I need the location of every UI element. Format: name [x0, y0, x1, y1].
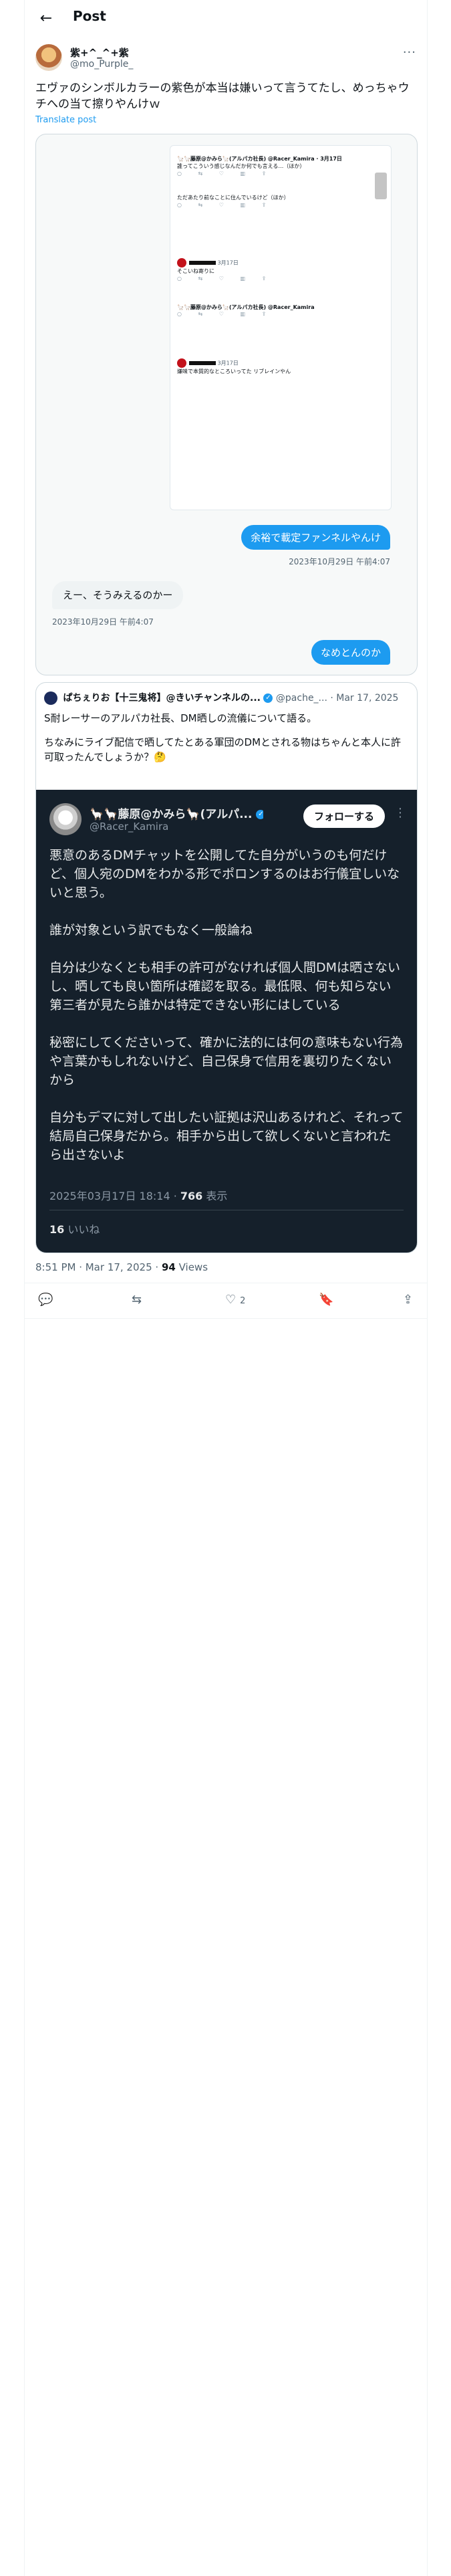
verified-icon: ✓	[263, 693, 273, 703]
embedded-likes-label: いいね	[64, 1223, 100, 1236]
author-name[interactable]: 紫+^_^+紫	[70, 45, 129, 60]
page-title: Post	[73, 8, 106, 24]
mini-tweet-date: 3月17日	[217, 360, 239, 366]
mini-tweet: 🦙🦙藤原@かみら🦙(アルパカ社長) @Racer_Kamira · 3月17日 …	[177, 155, 378, 177]
mini-tweet-name: 🦙🦙藤原@かみら🦙(アルパカ社長) @Racer_Kamira · 3月17日	[177, 156, 342, 162]
embedded-views: 766	[180, 1190, 203, 1202]
embedded-tweet-text: 悪意のあるDMチャットを公開してた自分がいうのも何だけど、個人宛のDMをわかる形…	[49, 848, 404, 1162]
heart-icon: ♡	[225, 1293, 237, 1307]
retweet-icon[interactable]: ⇆	[132, 1293, 142, 1307]
like-button[interactable]: ♡ 2	[225, 1293, 245, 1307]
post-views-count: 94	[161, 1261, 176, 1273]
more-icon[interactable]: ···	[403, 45, 416, 60]
like-count: 2	[240, 1296, 246, 1306]
mini-tweet: 🦙🦙藤原@かみら🦙(アルパカ社長) @Racer_Kamira ○ ⇆ ♡ ▥ …	[177, 304, 378, 317]
dm-message-sent: なめとんのか	[311, 640, 390, 665]
mini-tweet: 3月17日 嫌味で本質的なところいってた リブレインやん	[177, 358, 378, 376]
mini-tweet-actions: ○ ⇆ ♡ ▥ ⇪	[177, 311, 267, 317]
attached-image[interactable]: 🦙🦙藤原@かみら🦙(アルパカ社長) @Racer_Kamira · 3月17日 …	[35, 134, 418, 675]
embedded-likes: 16 いいね	[49, 1220, 100, 1237]
redaction-bar	[189, 361, 216, 365]
avatar	[177, 358, 186, 368]
mini-tweet-text: そこいね寄りに	[177, 268, 214, 274]
follow-button: フォローする	[303, 804, 386, 828]
mini-tweet-actions: ○ ⇆ ♡ ▥ ⇪	[177, 202, 267, 208]
quoted-tweet-header: ぱちぇりお【十三鬼将】@きいチャンネルの... ✓ @pache_... · M…	[44, 691, 409, 705]
author-handle[interactable]: @mo_Purple_	[70, 59, 133, 70]
verified-icon: ✓	[256, 810, 263, 819]
dm-timestamp: 2023年10月29日 午前4:07	[289, 557, 390, 566]
mini-tweet-name: 🦙🦙藤原@かみら🦙(アルパカ社長) @Racer_Kamira	[177, 304, 315, 310]
avatar	[49, 803, 82, 835]
avatar	[177, 258, 186, 267]
post-views-label: Views	[178, 1261, 208, 1273]
mini-tweet-text: 嫌味で本質的なところいってた リブレインやん	[177, 368, 291, 374]
mini-tweet: ただあたり前なことに住んでいるけど（ほか） ○ ⇆ ♡ ▥ ⇪	[177, 194, 378, 208]
post-timestamp[interactable]: 8:51 PM · Mar 17, 2025 ·	[35, 1261, 158, 1273]
dm-timestamp: 2023年10月29日 午前4:07	[52, 617, 154, 627]
mini-tweet: 3月17日 そこいね寄りに ○ ⇆ ♡ ▥ ⇪	[177, 258, 378, 282]
mini-tweet-actions: ○ ⇆ ♡ ▥ ⇪	[177, 276, 267, 282]
translate-link[interactable]: Translate post	[35, 115, 96, 125]
embedded-time: 2025年03月17日 18:14 ·	[49, 1190, 180, 1202]
quoted-text-line: ちなみにライブ配信で晒してたとある軍団のDMとされる物はちゃんと本人に許可取った…	[44, 736, 402, 763]
quoted-author-handle: @pache_...	[275, 693, 327, 704]
share-icon[interactable]: ⇪	[403, 1293, 413, 1307]
action-bar: 💬 ⇆ ♡ 2 🔖 ⇪	[25, 1283, 427, 1319]
quoted-tweet[interactable]: ぱちぇりお【十三鬼将】@きいチャンネルの... ✓ @pache_... · M…	[35, 682, 418, 1253]
embedded-author-name: 🦙🦙藤原@かみら🦙(アルパ... ✓	[90, 804, 263, 821]
quoted-author-name: ぱちぇりお【十三鬼将】@きいチャンネルの...	[63, 693, 261, 704]
embedded-views-label: 表示	[202, 1190, 228, 1202]
embedded-likes-count: 16	[49, 1223, 65, 1236]
mini-tweet-date: 3月17日	[217, 259, 239, 266]
embedded-timestamp: 2025年03月17日 18:14 · 766 表示	[49, 1187, 227, 1203]
reply-icon[interactable]: 💬	[38, 1293, 53, 1307]
more-icon: ⋮	[394, 806, 406, 820]
mini-tweet-text: 誰ってこういう感じなんだか何でも言える…（ほか）	[177, 163, 305, 169]
embedded-author-handle: @Racer_Kamira	[90, 821, 169, 833]
dm-message-received: えー、そうみえるのかー	[52, 581, 184, 609]
header: ← Post	[25, 0, 427, 37]
mini-tweet-text: ただあたり前なことに住んでいるけど（ほか）	[177, 195, 289, 201]
avatar	[44, 691, 57, 705]
bookmark-icon[interactable]: 🔖	[319, 1293, 333, 1307]
quoted-text: S耐レーサーのアルパカ社長、DM晒しの流儀について語る。 ちなみにライブ配信で晒…	[44, 711, 409, 764]
main-column: ← Post 紫+^_^+紫 @mo_Purple_ ··· エヴァのシンボルカ…	[24, 0, 428, 2576]
post-text: エヴァのシンボルカラーの紫色が本当は嫌いって言うてたし、めっちゃウチへの当て擦り…	[35, 82, 410, 111]
embedded-tweet-image: 🦙🦙藤原@かみら🦙(アルパ... ✓ @Racer_Kamira フォローする …	[36, 790, 417, 1253]
quoted-text-line: S耐レーサーのアルパカ社長、DM晒しの流儀について語る。	[44, 712, 317, 724]
quoted-date: · Mar 17, 2025	[330, 693, 399, 704]
redaction-bar	[189, 261, 216, 265]
post-author: 紫+^_^+紫 @mo_Purple_ ···	[35, 44, 416, 74]
post-meta: 8:51 PM · Mar 17, 2025 · 94 Views	[35, 1261, 208, 1273]
mini-tweet-actions: ○ ⇆ ♡ ▥ ⇪	[177, 171, 267, 177]
avatar[interactable]	[35, 44, 62, 71]
embedded-author-name-text: 🦙🦙藤原@かみら🦙(アルパ...	[90, 808, 253, 821]
dm-message-sent: 余裕で載定ファンネルやんけ	[241, 525, 390, 550]
screenshot-tweet-panel: 🦙🦙藤原@かみら🦙(アルパカ社長) @Racer_Kamira · 3月17日 …	[170, 145, 392, 510]
arrow-left-icon[interactable]: ←	[37, 9, 55, 28]
